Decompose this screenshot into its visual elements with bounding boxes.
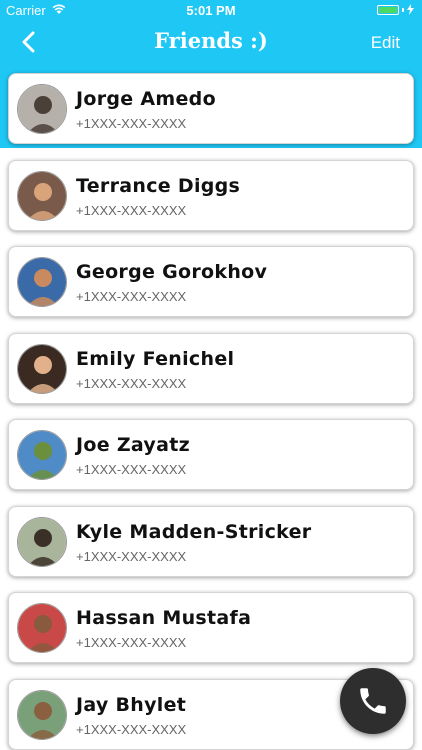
page-title: Friends :) (154, 28, 268, 53)
contact-name: Hassan Mustafa (76, 607, 252, 629)
avatar (17, 603, 67, 653)
battery-icon (377, 4, 414, 15)
status-bar: Carrier 5:01 PM (0, 0, 422, 20)
avatar (17, 84, 67, 134)
contact-card[interactable]: George Gorokhov +1XXX-XXX-XXXX (8, 246, 414, 317)
contact-card[interactable]: Kyle Madden-Stricker +1XXX-XXX-XXXX (8, 505, 414, 577)
contact-phone: +1XXX-XXX-XXXX (76, 289, 187, 304)
contact-phone: +1XXX-XXX-XXXX (76, 721, 187, 737)
contact-phone: +1XXX-XXX-XXXX (76, 202, 187, 218)
contact-phone: +1XXX-XXX-XXXX (76, 462, 187, 477)
contact-phone: +1XXX-XXX-XXXX (76, 548, 187, 564)
contact-name: Emily Fenichel (76, 347, 235, 370)
contact-phone: +1XXX-XXX-XXXX (76, 635, 187, 650)
contact-name: George Gorokhov (76, 261, 268, 283)
contact-phone: +1XXX-XXX-XXXX (76, 116, 187, 131)
avatar (17, 170, 67, 221)
phone-icon (360, 688, 386, 714)
contact-name: Jorge Amedo (76, 88, 216, 110)
contact-phone: +1XXX-XXX-XXXX (76, 375, 187, 391)
contact-name: Joe Zayatz (76, 434, 190, 456)
contact-card[interactable]: Terrance Diggs +1XXX-XXX-XXXX (8, 159, 414, 231)
avatar (17, 689, 67, 740)
contact-card[interactable]: Hassan Mustafa +1XXX-XXX-XXXX (8, 592, 414, 663)
avatar (17, 343, 67, 394)
avatar (17, 257, 67, 307)
contact-name: Terrance Diggs (76, 174, 241, 197)
contact-name: Kyle Madden-Stricker (76, 520, 312, 543)
call-button[interactable] (340, 668, 406, 734)
edit-button[interactable]: Edit (371, 33, 400, 53)
contact-name: Jay Bhylet (76, 693, 187, 716)
contact-card[interactable]: Emily Fenichel +1XXX-XXX-XXXX (8, 332, 414, 404)
navigation-bar: Friends :) Edit (0, 20, 422, 66)
charging-icon (407, 4, 414, 15)
status-time: 5:01 PM (186, 3, 236, 18)
avatar (17, 430, 67, 480)
contact-card[interactable]: Joe Zayatz +1XXX-XXX-XXXX (8, 419, 414, 490)
contact-card[interactable]: Jorge Amedo +1XXX-XXX-XXXX (8, 73, 414, 144)
avatar (17, 516, 67, 567)
